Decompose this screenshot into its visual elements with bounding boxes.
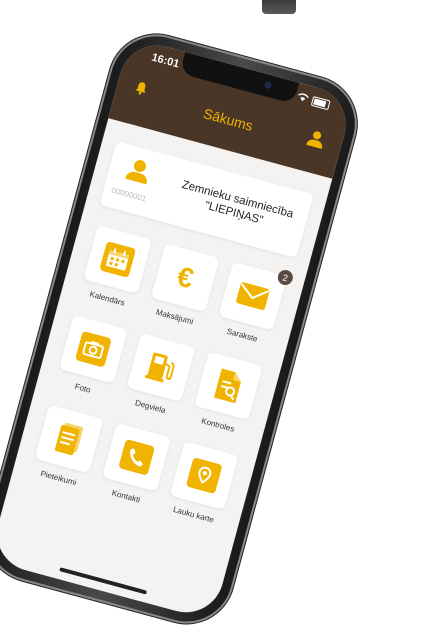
user-icon [125,157,152,184]
tile-box: 2 [218,261,295,331]
phone-frame: 16:01 ···· Sākums 00000001 [0,26,366,632]
home-indicator[interactable] [59,567,148,595]
tile-pieteikumi[interactable]: Pieteikumi [30,404,104,490]
document-icon [50,419,88,460]
phone-icon [118,438,156,476]
envelope-icon [234,276,272,317]
tile-foto[interactable]: Foto [55,314,128,400]
camera-dot [263,80,273,90]
battery-icon [310,95,331,111]
tile-sarakste[interactable]: 2 Sarakste [214,261,295,347]
tile-box [59,314,128,384]
tile-maksajumi[interactable]: € Maksājumi [146,243,220,328]
tile-box: € [150,243,220,313]
tile-box [126,333,196,402]
tile-kalendars[interactable]: Kalendārs [79,225,153,310]
map-pin-icon [185,457,223,495]
document-search-icon [210,366,248,407]
tile-degviela[interactable]: Degviela [122,333,196,418]
tile-box [34,404,104,474]
camera-icon [74,330,112,368]
page-title: Sākums [201,105,255,134]
unread-badge: 2 [276,268,295,287]
account-code: 00000001 [110,185,148,204]
app-screen: 16:01 ···· Sākums 00000001 [0,37,355,621]
tile-kontakti[interactable]: Kontakti [98,422,171,508]
phone-mockup: 16:01 ···· Sākums 00000001 [0,0,429,632]
tile-box [169,441,239,510]
tile-lauku-karte[interactable]: Lauku karte [165,441,239,526]
tile-box [83,225,153,294]
menu-grid: Kalendārs € Maksājumi 2 Sarakste Foto De… [30,225,295,526]
tile-box [194,351,263,421]
tile-box [102,422,171,492]
wifi-icon [296,92,309,105]
account-name: Zemnieku saimniecība "LIEPIŅAS" [180,178,295,227]
tile-kontroles[interactable]: Kontroles [190,351,263,437]
euro-icon: € [173,260,197,295]
fuel-pump-icon [142,347,180,388]
calendar-icon [99,241,137,278]
status-time: 16:01 [150,51,181,71]
